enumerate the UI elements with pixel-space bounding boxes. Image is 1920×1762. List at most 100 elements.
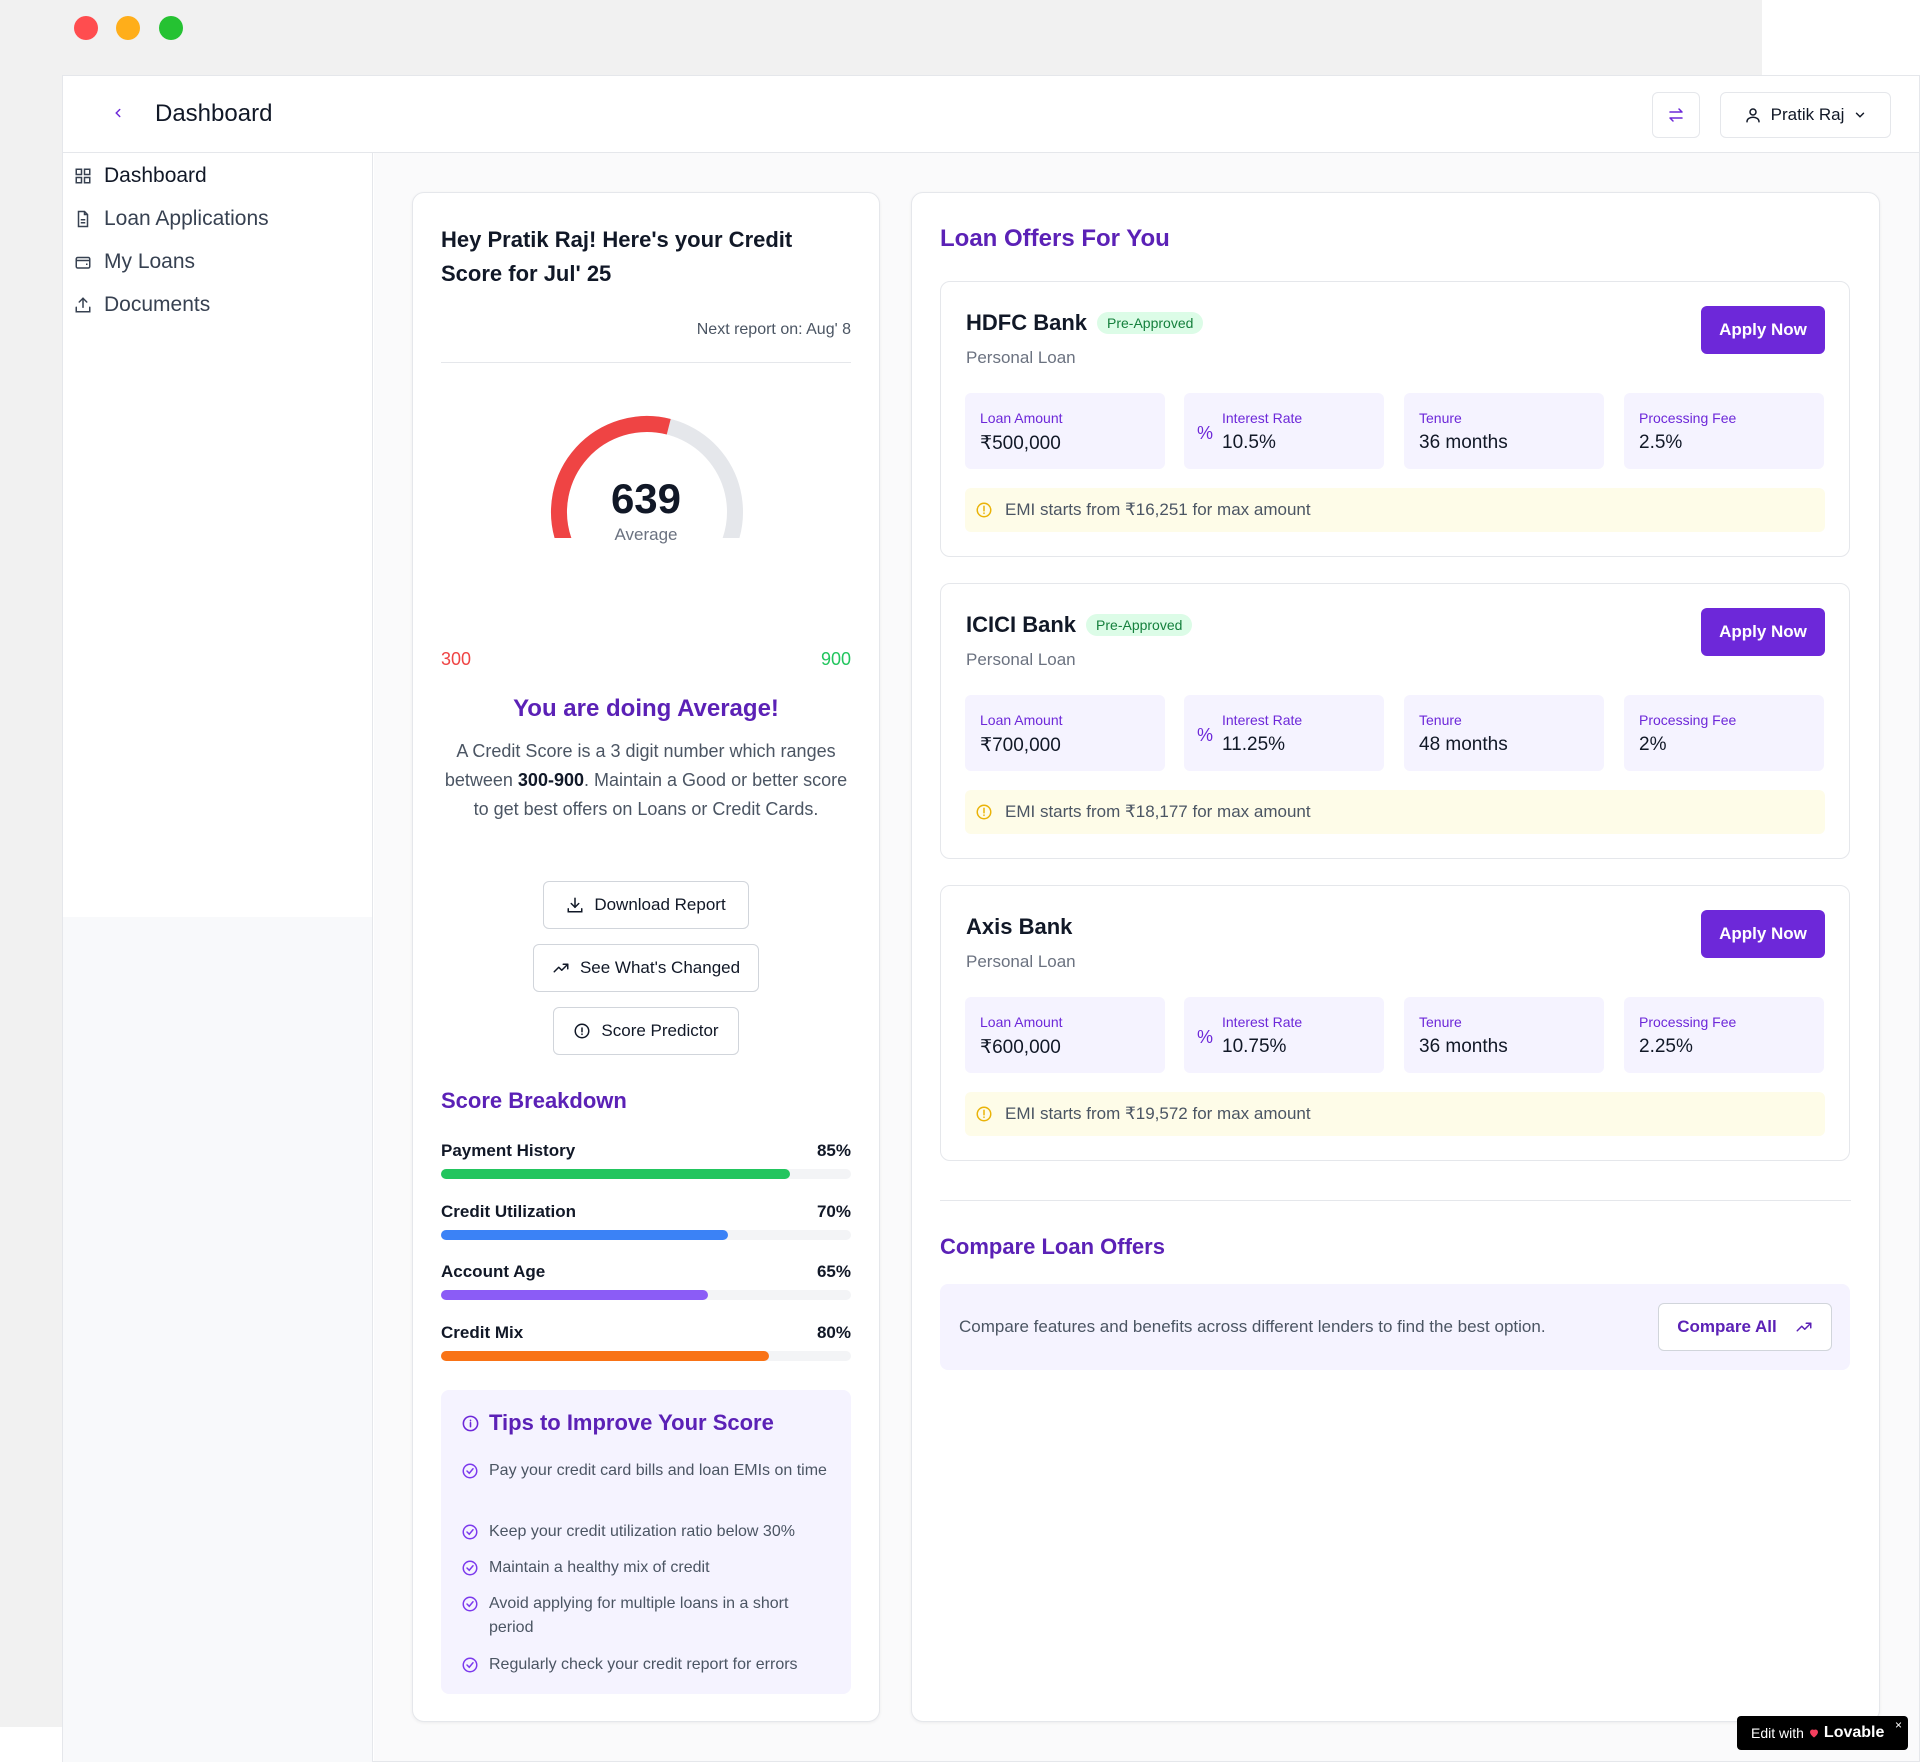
check-circle-icon — [462, 1596, 478, 1612]
compare-offers-panel: Compare features and benefits across dif… — [940, 1284, 1850, 1370]
download-icon — [567, 897, 583, 913]
loan-offers-title: Loan Offers For You — [940, 225, 1170, 252]
check-circle-icon — [462, 1524, 478, 1540]
tip-text: Regularly check your credit report for e… — [489, 1656, 798, 1673]
heart-icon — [1809, 1729, 1818, 1738]
metric-value: 10.75% — [1222, 1036, 1287, 1057]
score-range-min: 300 — [441, 649, 472, 669]
metric-value: ₹500,000 — [980, 433, 1061, 454]
alert-circle-icon — [976, 1106, 992, 1122]
loan-amount-metric: Loan Amount ₹600,000 — [965, 997, 1165, 1073]
progress-track — [441, 1290, 851, 1300]
percent-icon: % — [1197, 423, 1214, 443]
processing-fee-metric: Processing Fee 2.5% — [1624, 393, 1824, 469]
tip-text: Avoid applying for multiple loans in a s… — [489, 1595, 789, 1636]
breakdown-percent: 80% — [816, 1323, 851, 1342]
metric-label: Loan Amount — [980, 410, 1063, 426]
next-report-date: Next report on: Aug' 8 — [696, 321, 851, 338]
metric-value: 36 months — [1419, 1036, 1508, 1057]
score-breakdown-title: Score Breakdown — [441, 1088, 627, 1113]
breakdown-label: Payment History — [441, 1141, 576, 1160]
sidebar-item-dashboard[interactable]: Dashboard — [63, 154, 372, 197]
check-circle-icon — [462, 1463, 478, 1479]
tip-item: Regularly check your credit report for e… — [461, 1653, 827, 1677]
metric-label: Tenure — [1419, 410, 1462, 426]
window-maximize-button[interactable] — [159, 16, 183, 40]
user-menu-button[interactable]: Pratik Raj — [1720, 92, 1891, 138]
loan-offer-hdfc: HDFC Bank Pre-Approved Personal Loan App… — [940, 281, 1850, 557]
tip-item: Maintain a healthy mix of credit — [461, 1556, 827, 1580]
progress-track — [441, 1230, 851, 1240]
back-button[interactable] — [103, 98, 133, 128]
tenure-metric: Tenure 36 months — [1404, 997, 1604, 1073]
compare-all-button[interactable]: Compare All — [1658, 1303, 1832, 1351]
alert-circle-icon — [976, 502, 992, 518]
tenure-metric: Tenure 36 months — [1404, 393, 1604, 469]
apply-now-button[interactable]: Apply Now — [1701, 608, 1825, 656]
credit-score-label: Average — [614, 525, 678, 544]
grid-icon — [75, 168, 91, 183]
bank-name-text: ICICI Bank — [966, 612, 1077, 637]
metric-label: Processing Fee — [1639, 712, 1737, 728]
sidebar-item-documents[interactable]: Documents — [63, 283, 372, 326]
button-label: See What's Changed — [579, 958, 741, 977]
processing-fee-metric: Processing Fee 2.25% — [1624, 997, 1824, 1073]
download-report-button[interactable]: Download Report — [543, 881, 749, 929]
loan-type: Personal Loan — [966, 348, 1076, 367]
window-minimize-button[interactable] — [116, 16, 140, 40]
user-name: Pratik Raj — [1770, 105, 1845, 124]
top-bar: Dashboard Pratik Raj — [63, 76, 1919, 153]
percent-icon: % — [1197, 1027, 1214, 1047]
wallet-icon — [75, 256, 91, 269]
edit-with-lovable-badge[interactable]: Edit with Lovable × — [1737, 1716, 1908, 1750]
score-status-heading: You are doing Average! — [513, 695, 779, 722]
score-description: A Credit Score is a 3 digit number which… — [441, 737, 851, 824]
progress-track — [441, 1169, 851, 1179]
breakdown-row-account-age: Account Age 65% — [441, 1262, 851, 1302]
progress-fill — [441, 1351, 769, 1361]
description-range: 300-900 — [517, 770, 584, 790]
breakdown-label: Credit Utilization — [441, 1202, 577, 1221]
loan-type: Personal Loan — [966, 952, 1076, 971]
metric-value: 48 months — [1419, 734, 1508, 755]
tip-item: Pay your credit card bills and loan EMIs… — [461, 1459, 827, 1483]
score-range-max: 900 — [820, 649, 851, 669]
alert-circle-icon — [976, 804, 992, 820]
apply-now-button[interactable]: Apply Now — [1701, 910, 1825, 958]
divider — [441, 362, 851, 363]
upload-icon — [75, 296, 91, 312]
metric-label: Processing Fee — [1639, 1014, 1737, 1030]
interest-rate-metric: % Interest Rate 11.25% — [1184, 695, 1384, 771]
tips-title: Tips to Improve Your Score — [461, 1410, 774, 1436]
switch-button[interactable] — [1652, 92, 1700, 138]
apply-now-button[interactable]: Apply Now — [1701, 306, 1825, 354]
progress-track — [441, 1351, 851, 1361]
sidebar-item-loan-applications[interactable]: Loan Applications — [63, 197, 372, 240]
pre-approved-badge: Pre-Approved — [1086, 614, 1193, 636]
window-close-button[interactable] — [74, 16, 98, 40]
metric-label: Tenure — [1419, 712, 1462, 728]
trending-up-icon — [1796, 1322, 1812, 1332]
tip-text: Maintain a healthy mix of credit — [489, 1559, 710, 1576]
button-label: Compare All — [1677, 1317, 1777, 1336]
close-icon[interactable]: × — [1895, 1718, 1902, 1732]
metric-label: Loan Amount — [980, 1014, 1063, 1030]
sidebar-item-my-loans[interactable]: My Loans — [63, 240, 372, 283]
info-icon — [574, 1023, 590, 1039]
emi-info: EMI starts from ₹16,251 for max amount — [965, 488, 1825, 532]
progress-fill — [441, 1169, 790, 1179]
check-circle-icon — [462, 1560, 478, 1576]
metric-label: Loan Amount — [980, 712, 1063, 728]
sidebar-item-label: Dashboard — [104, 163, 207, 187]
sidebar-empty-area — [63, 917, 373, 1762]
interest-rate-metric: % Interest Rate 10.5% — [1184, 393, 1384, 469]
interest-rate-metric: % Interest Rate 10.75% — [1184, 997, 1384, 1073]
score-predictor-button[interactable]: Score Predictor — [553, 1007, 739, 1055]
metric-label: Interest Rate — [1222, 410, 1303, 426]
see-whats-changed-button[interactable]: See What's Changed — [533, 944, 759, 992]
breakdown-percent: 70% — [816, 1202, 851, 1221]
metric-value: ₹600,000 — [980, 1037, 1061, 1058]
breakdown-label: Account Age — [441, 1262, 546, 1281]
bank-name-text: HDFC Bank — [966, 310, 1088, 335]
file-icon — [77, 210, 89, 227]
